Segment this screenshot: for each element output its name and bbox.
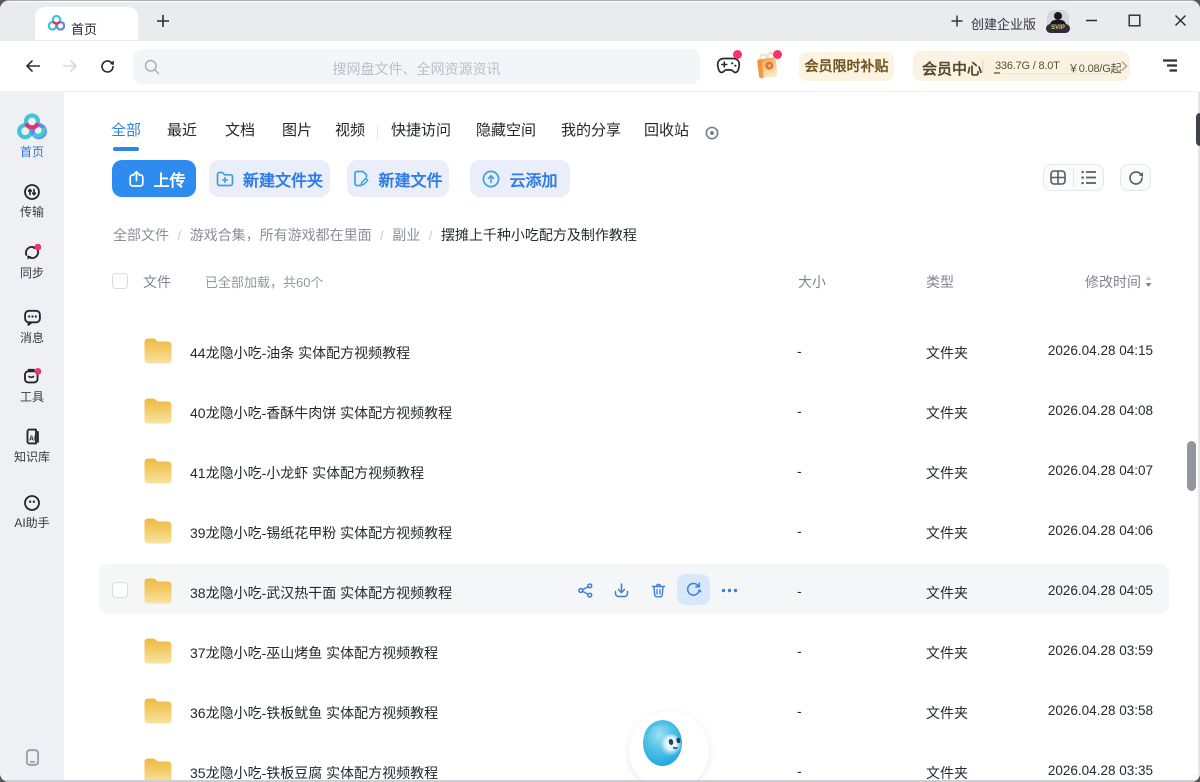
svg-text:AI: AI bbox=[29, 435, 36, 442]
